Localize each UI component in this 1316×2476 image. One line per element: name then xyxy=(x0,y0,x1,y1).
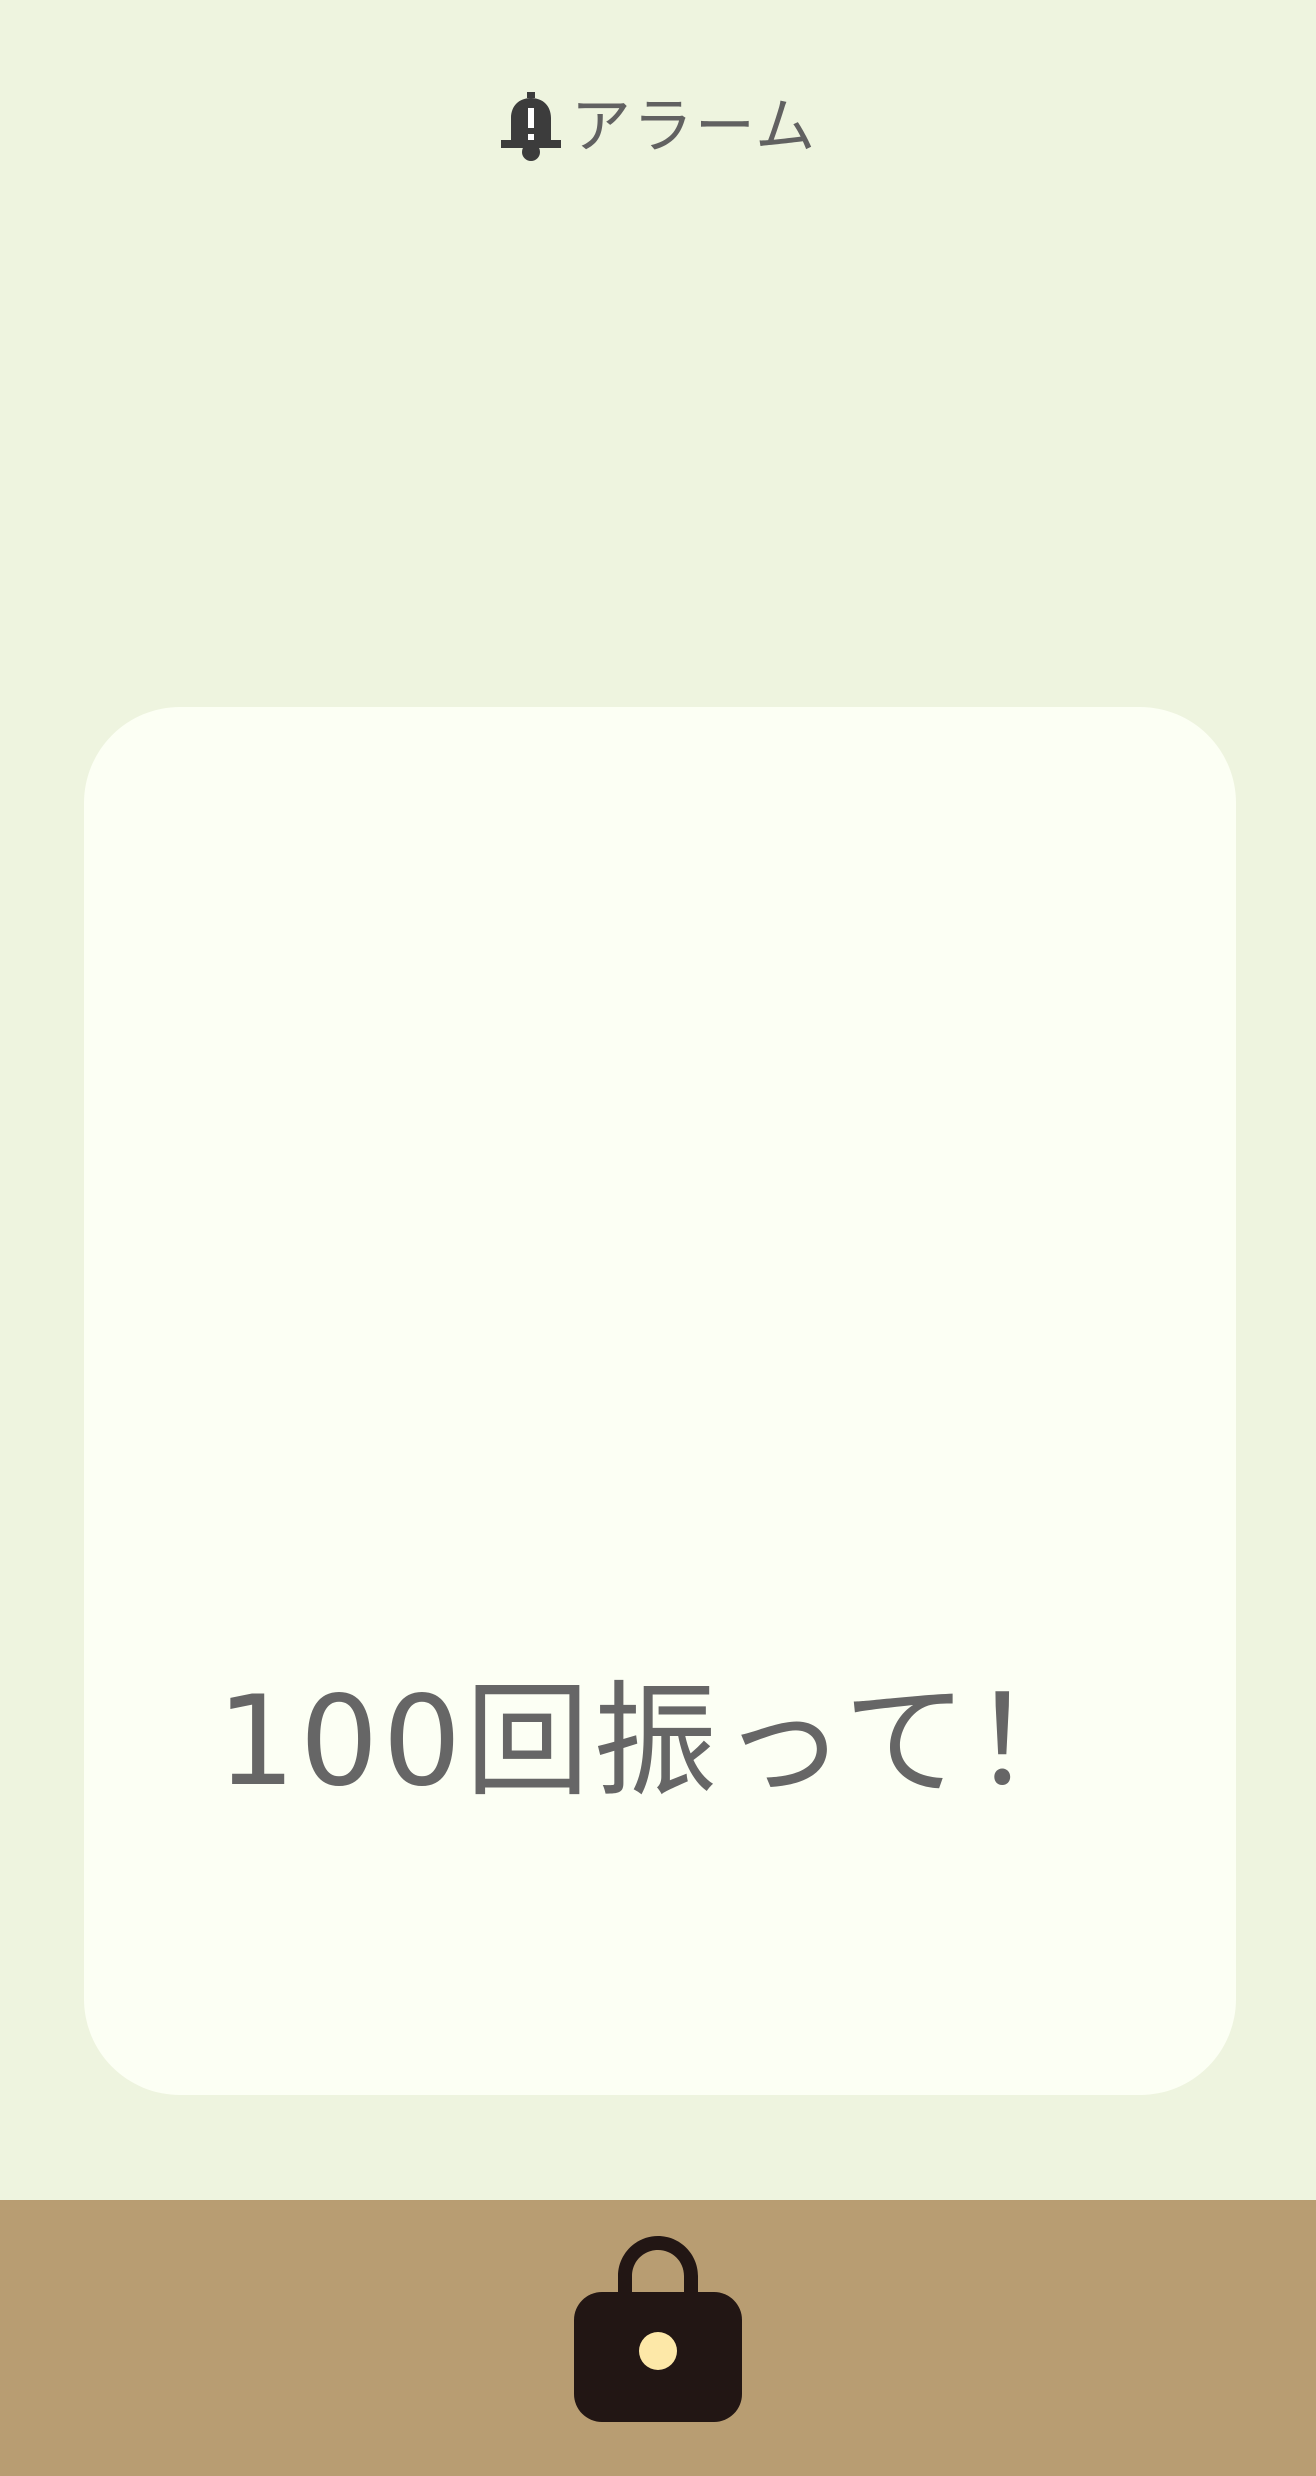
lock-icon[interactable] xyxy=(572,2230,744,2430)
alarm-bell-icon xyxy=(499,92,563,162)
shake-instruction-text: 100回振って！ xyxy=(216,1670,1100,1814)
shake-counter-card xyxy=(84,707,1236,2095)
page-title: アラーム xyxy=(570,92,818,162)
lock-button[interactable] xyxy=(572,2200,744,2476)
header-title-group: アラーム xyxy=(499,92,817,162)
app-header: アラーム xyxy=(0,0,1316,260)
bottom-bar xyxy=(0,2200,1316,2476)
